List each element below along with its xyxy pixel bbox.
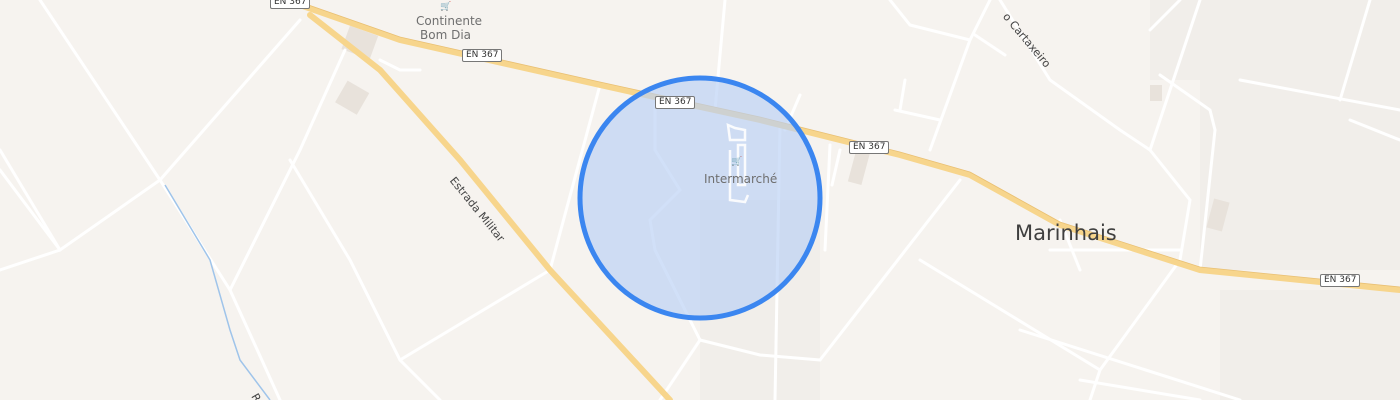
poi-label-continente[interactable]: Continente: [416, 14, 482, 28]
road-shield: EN 367: [655, 96, 696, 109]
shopping-cart-icon[interactable]: 🛒: [440, 2, 451, 12]
town-label[interactable]: Marinhais: [1015, 221, 1117, 245]
poi-label-bom-dia[interactable]: Bom Dia: [420, 28, 471, 42]
road-shield: EN 367: [1320, 274, 1361, 287]
poi-label-intermarche[interactable]: Intermarché: [704, 172, 777, 186]
map-roads: [0, 0, 1400, 400]
road-shield: EN 367: [270, 0, 311, 9]
road-shield: EN 367: [462, 49, 503, 62]
map-canvas[interactable]: 🛒 Continente Bom Dia 🛒 Intermarché EN 36…: [0, 0, 1400, 400]
road-shield: EN 367: [849, 141, 890, 154]
shopping-cart-icon[interactable]: 🛒: [731, 157, 742, 167]
